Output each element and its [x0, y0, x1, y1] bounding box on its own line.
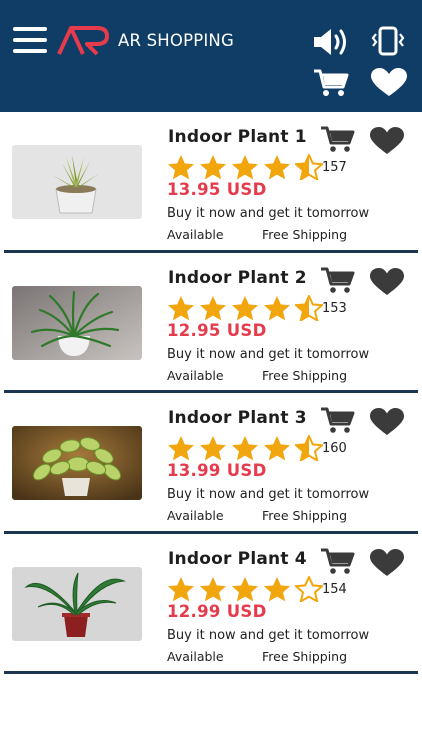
speaker-icon[interactable] — [312, 26, 350, 58]
favorite-heart-icon[interactable] — [369, 548, 405, 577]
add-to-cart-icon[interactable] — [320, 125, 356, 153]
rating-count: 154 — [322, 581, 347, 597]
shipping-info: Free Shipping — [262, 648, 348, 664]
availability-status: Available — [167, 367, 224, 383]
product-image[interactable] — [12, 145, 142, 219]
delivery-promo: Buy it now and get it tomorrow — [167, 346, 370, 362]
product-image[interactable] — [12, 285, 142, 360]
availability-status: Available — [167, 227, 224, 242]
star-icon — [232, 576, 258, 601]
add-to-cart-icon[interactable] — [320, 406, 356, 434]
star-icon — [200, 155, 226, 180]
add-to-cart-icon[interactable] — [320, 266, 356, 294]
shipping-info: Free Shipping — [262, 227, 348, 242]
rating-stars — [167, 435, 323, 461]
star-icon — [200, 295, 226, 320]
ar-logo — [57, 26, 109, 56]
product-image[interactable] — [12, 426, 142, 500]
star-icon — [295, 435, 323, 461]
star-icon — [232, 155, 258, 180]
product-card[interactable]: Indoor Plant 2 153 12.95 USD Buy it now … — [4, 253, 418, 393]
product-card[interactable]: Indoor Plant 1 157 13.95 USD Buy it now … — [4, 112, 418, 253]
brand-name: AR SHOPPING — [118, 31, 234, 50]
star-icon — [232, 436, 258, 461]
star-icon — [232, 295, 258, 320]
delivery-promo: Buy it now and get it tomorrow — [167, 487, 370, 502]
heart-icon[interactable] — [370, 68, 408, 98]
star-icon — [264, 295, 290, 320]
add-to-cart-icon[interactable] — [320, 547, 356, 575]
favorite-heart-icon[interactable] — [369, 127, 405, 155]
rating-count: 153 — [322, 300, 347, 316]
star-icon — [295, 154, 323, 180]
product-title[interactable]: Indoor Plant 2 — [168, 268, 307, 288]
star-icon — [264, 436, 290, 461]
favorite-heart-icon[interactable] — [369, 408, 405, 436]
product-title[interactable]: Indoor Plant 1 — [168, 127, 307, 147]
hamburger-menu-icon[interactable] — [13, 27, 47, 53]
shipping-info: Free Shipping — [262, 508, 348, 523]
product-card[interactable]: Indoor Plant 4 154 12.99 USD Buy it now … — [4, 534, 418, 674]
product-title[interactable]: Indoor Plant 3 — [168, 408, 307, 428]
star-icon — [168, 295, 194, 320]
availability-status: Available — [167, 508, 224, 523]
star-icon — [168, 576, 194, 601]
product-price: 13.95 USD — [167, 180, 267, 199]
rating-stars — [167, 575, 323, 602]
product-price: 12.99 USD — [167, 601, 267, 621]
star-icon — [295, 294, 323, 321]
product-price: 12.95 USD — [167, 320, 267, 340]
product-list: Indoor Plant 1 157 13.95 USD Buy it now … — [0, 112, 422, 674]
rating-stars — [167, 154, 323, 180]
delivery-promo: Buy it now and get it tomorrow — [167, 206, 370, 221]
product-price: 13.99 USD — [167, 461, 267, 480]
app-header: AR SHOPPING — [0, 0, 422, 112]
shipping-info: Free Shipping — [262, 367, 348, 383]
product-title[interactable]: Indoor Plant 4 — [168, 549, 307, 569]
availability-status: Available — [167, 648, 224, 664]
phone-vibrate-icon[interactable] — [371, 25, 405, 57]
star-icon — [295, 575, 323, 602]
star-icon — [168, 436, 194, 461]
rating-stars — [167, 294, 323, 321]
product-card[interactable]: Indoor Plant 3 160 13.99 USD Buy it now … — [4, 393, 418, 534]
star-icon — [168, 155, 194, 180]
star-icon — [200, 576, 226, 601]
star-icon — [200, 436, 226, 461]
product-image[interactable] — [12, 566, 142, 641]
favorite-heart-icon[interactable] — [369, 267, 405, 296]
delivery-promo: Buy it now and get it tomorrow — [167, 627, 370, 643]
star-icon — [264, 576, 290, 601]
rating-count: 160 — [322, 441, 347, 456]
star-icon — [264, 155, 290, 180]
shopping-cart-icon[interactable] — [312, 68, 350, 98]
rating-count: 157 — [322, 160, 347, 175]
